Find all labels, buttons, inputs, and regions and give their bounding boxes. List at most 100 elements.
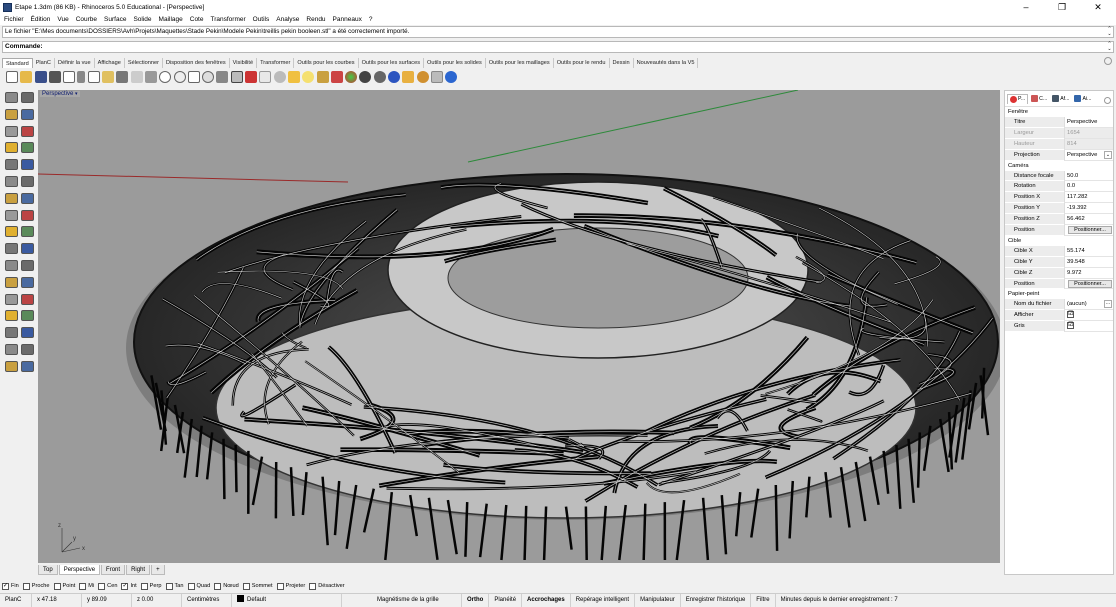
menu-transformer[interactable]: Transformer bbox=[210, 16, 245, 23]
focale-field[interactable]: 50.0 bbox=[1064, 171, 1113, 182]
status-grid-snap[interactable]: Magnétisme de la grille bbox=[372, 594, 462, 607]
import-icon[interactable] bbox=[63, 71, 75, 83]
tab-outils-rendu[interactable]: Outils pour le rendu bbox=[554, 58, 610, 68]
osnap-sommet[interactable]: Sommet bbox=[243, 583, 273, 590]
command-history[interactable]: Le fichier "E:\Mes documents\DOSSIERS\Av… bbox=[2, 26, 1114, 38]
tab-dessin[interactable]: Dessin bbox=[610, 58, 634, 68]
array-tool-icon[interactable] bbox=[5, 327, 18, 338]
surface-tool-icon[interactable] bbox=[5, 176, 18, 187]
select-icon[interactable] bbox=[259, 71, 271, 83]
menu-solide[interactable]: Solide bbox=[133, 16, 151, 23]
osnap-sommet-checkbox[interactable] bbox=[243, 583, 250, 590]
menu-edition[interactable]: Édition bbox=[31, 16, 51, 23]
osnap-perp[interactable]: Perp bbox=[141, 583, 162, 590]
save-icon[interactable] bbox=[35, 71, 47, 83]
trim-tool-icon[interactable] bbox=[21, 243, 34, 254]
four-viewports-icon[interactable] bbox=[231, 71, 243, 83]
wallpaper-file-field[interactable]: (aucun)... bbox=[1064, 299, 1113, 310]
perspective-viewport[interactable]: z x y Perspective ▾ bbox=[38, 90, 1000, 563]
zoom-selected-icon[interactable] bbox=[202, 71, 214, 83]
menu-vue[interactable]: Vue bbox=[57, 16, 68, 23]
maximize-button[interactable]: ❐ bbox=[1044, 0, 1080, 14]
tab-nouveautes[interactable]: Nouveautés dans la V5 bbox=[634, 58, 699, 68]
rectangle-tool-icon[interactable] bbox=[21, 126, 34, 137]
menu-fichier[interactable]: Fichier bbox=[4, 16, 24, 23]
osnap-tan[interactable]: Tan bbox=[166, 583, 184, 590]
viewport-tab-right[interactable]: Right bbox=[126, 565, 150, 575]
explode-tool-icon[interactable] bbox=[5, 277, 18, 288]
zoom-extents-icon[interactable] bbox=[188, 71, 200, 83]
undo-view-icon[interactable] bbox=[216, 71, 228, 83]
position-y-field[interactable]: -19.392 bbox=[1064, 203, 1113, 214]
properties-icon[interactable] bbox=[331, 71, 343, 83]
osnap-point-checkbox[interactable] bbox=[54, 583, 61, 590]
osnap-quad-checkbox[interactable] bbox=[188, 583, 195, 590]
tab-outils-solides[interactable]: Outils pour les solides bbox=[424, 58, 486, 68]
copy-icon[interactable] bbox=[88, 71, 100, 83]
arc-tool-icon[interactable] bbox=[5, 142, 18, 153]
command-line[interactable]: Commande: ⌃⌄ bbox=[2, 41, 1114, 53]
rendered-icon[interactable] bbox=[374, 71, 386, 83]
status-layer[interactable]: Default bbox=[232, 594, 342, 607]
panel-tab-display[interactable]: Af... bbox=[1050, 94, 1071, 103]
freeform-tool-icon[interactable] bbox=[21, 159, 34, 170]
analyze-tool-icon[interactable] bbox=[5, 344, 18, 355]
rotation-field[interactable]: 0.0 bbox=[1064, 181, 1113, 192]
command-scroll-arrows-icon[interactable]: ⌃⌄ bbox=[1106, 42, 1113, 52]
panel-options-icon[interactable] bbox=[1104, 97, 1111, 104]
fillet-tool-icon[interactable] bbox=[21, 210, 34, 221]
viewport-tab-top[interactable]: Top bbox=[38, 565, 58, 575]
zoom-icon[interactable] bbox=[159, 71, 171, 83]
ellipse-tool-icon[interactable] bbox=[21, 142, 34, 153]
status-planar[interactable]: Planéité bbox=[489, 594, 522, 607]
solid-tool-icon[interactable] bbox=[5, 193, 18, 204]
circle-tool-icon[interactable] bbox=[5, 126, 18, 137]
cible-z-field[interactable]: 9.972 bbox=[1064, 268, 1113, 279]
point-tool-icon[interactable] bbox=[21, 92, 34, 103]
block-tool-icon[interactable] bbox=[5, 361, 18, 372]
close-button[interactable]: ✕ bbox=[1080, 0, 1116, 14]
osnap-fin-checkbox[interactable]: ✓ bbox=[2, 583, 9, 590]
afficher-checkbox[interactable]: ☑ bbox=[1067, 311, 1074, 318]
check-tool-icon[interactable] bbox=[21, 344, 34, 355]
osnap-proche-checkbox[interactable] bbox=[23, 583, 30, 590]
status-smarttrack[interactable]: Repérage intelligent bbox=[571, 594, 635, 607]
join-tool-icon[interactable] bbox=[21, 260, 34, 271]
polygon-tool-icon[interactable] bbox=[5, 159, 18, 170]
add-viewport-tab-button[interactable]: + bbox=[151, 565, 165, 575]
render-tool-icon[interactable] bbox=[21, 361, 34, 372]
rotate-view-icon[interactable] bbox=[145, 71, 157, 83]
undo-icon[interactable] bbox=[116, 71, 128, 83]
osnap-proche[interactable]: Proche bbox=[23, 583, 50, 590]
status-cplane[interactable]: PlanC bbox=[0, 594, 32, 607]
viewport-tab-perspective[interactable]: Perspective bbox=[59, 565, 100, 575]
osnap-noeud-checkbox[interactable] bbox=[214, 583, 221, 590]
position-z-field[interactable]: 56.462 bbox=[1064, 214, 1113, 225]
status-history[interactable]: Enregistrer l'historique bbox=[681, 594, 752, 607]
tab-outils-maillages[interactable]: Outils pour les maillages bbox=[486, 58, 554, 68]
toolbar-options-icon[interactable] bbox=[1104, 57, 1112, 65]
box-tool-icon[interactable] bbox=[21, 193, 34, 204]
panel-tab-layers[interactable]: C... bbox=[1029, 94, 1049, 103]
projection-select[interactable]: Perspective⌄ bbox=[1064, 150, 1113, 161]
light-bulb-icon[interactable] bbox=[302, 71, 314, 83]
osnap-cen[interactable]: Cen bbox=[98, 583, 117, 590]
menu-outils[interactable]: Outils bbox=[253, 16, 270, 23]
options-wand-icon[interactable] bbox=[402, 71, 414, 83]
camera-position-button[interactable]: Positionner... bbox=[1068, 226, 1112, 234]
dimension-tool-icon[interactable] bbox=[5, 226, 18, 237]
history-scroll-arrows-icon[interactable]: ⌃⌄ bbox=[1106, 27, 1113, 37]
tab-planc[interactable]: PlanC bbox=[33, 58, 55, 68]
tab-outils-courbes[interactable]: Outils pour les courbes bbox=[294, 58, 358, 68]
viewport-menu-caret-icon[interactable]: ▾ bbox=[75, 91, 78, 97]
target-position-button[interactable]: Positionner... bbox=[1068, 280, 1112, 288]
osnap-point[interactable]: Point bbox=[54, 583, 76, 590]
osnap-perp-checkbox[interactable] bbox=[141, 583, 148, 590]
osnap-fin[interactable]: ✓Fin bbox=[2, 583, 19, 590]
curve-tool-icon[interactable] bbox=[21, 109, 34, 120]
move-tool-icon[interactable] bbox=[21, 277, 34, 288]
menu-rendu[interactable]: Rendu bbox=[306, 16, 325, 23]
layer-icon[interactable] bbox=[288, 71, 300, 83]
status-gumball[interactable]: Manipulateur bbox=[635, 594, 681, 607]
settings-gear-icon[interactable] bbox=[417, 71, 429, 83]
